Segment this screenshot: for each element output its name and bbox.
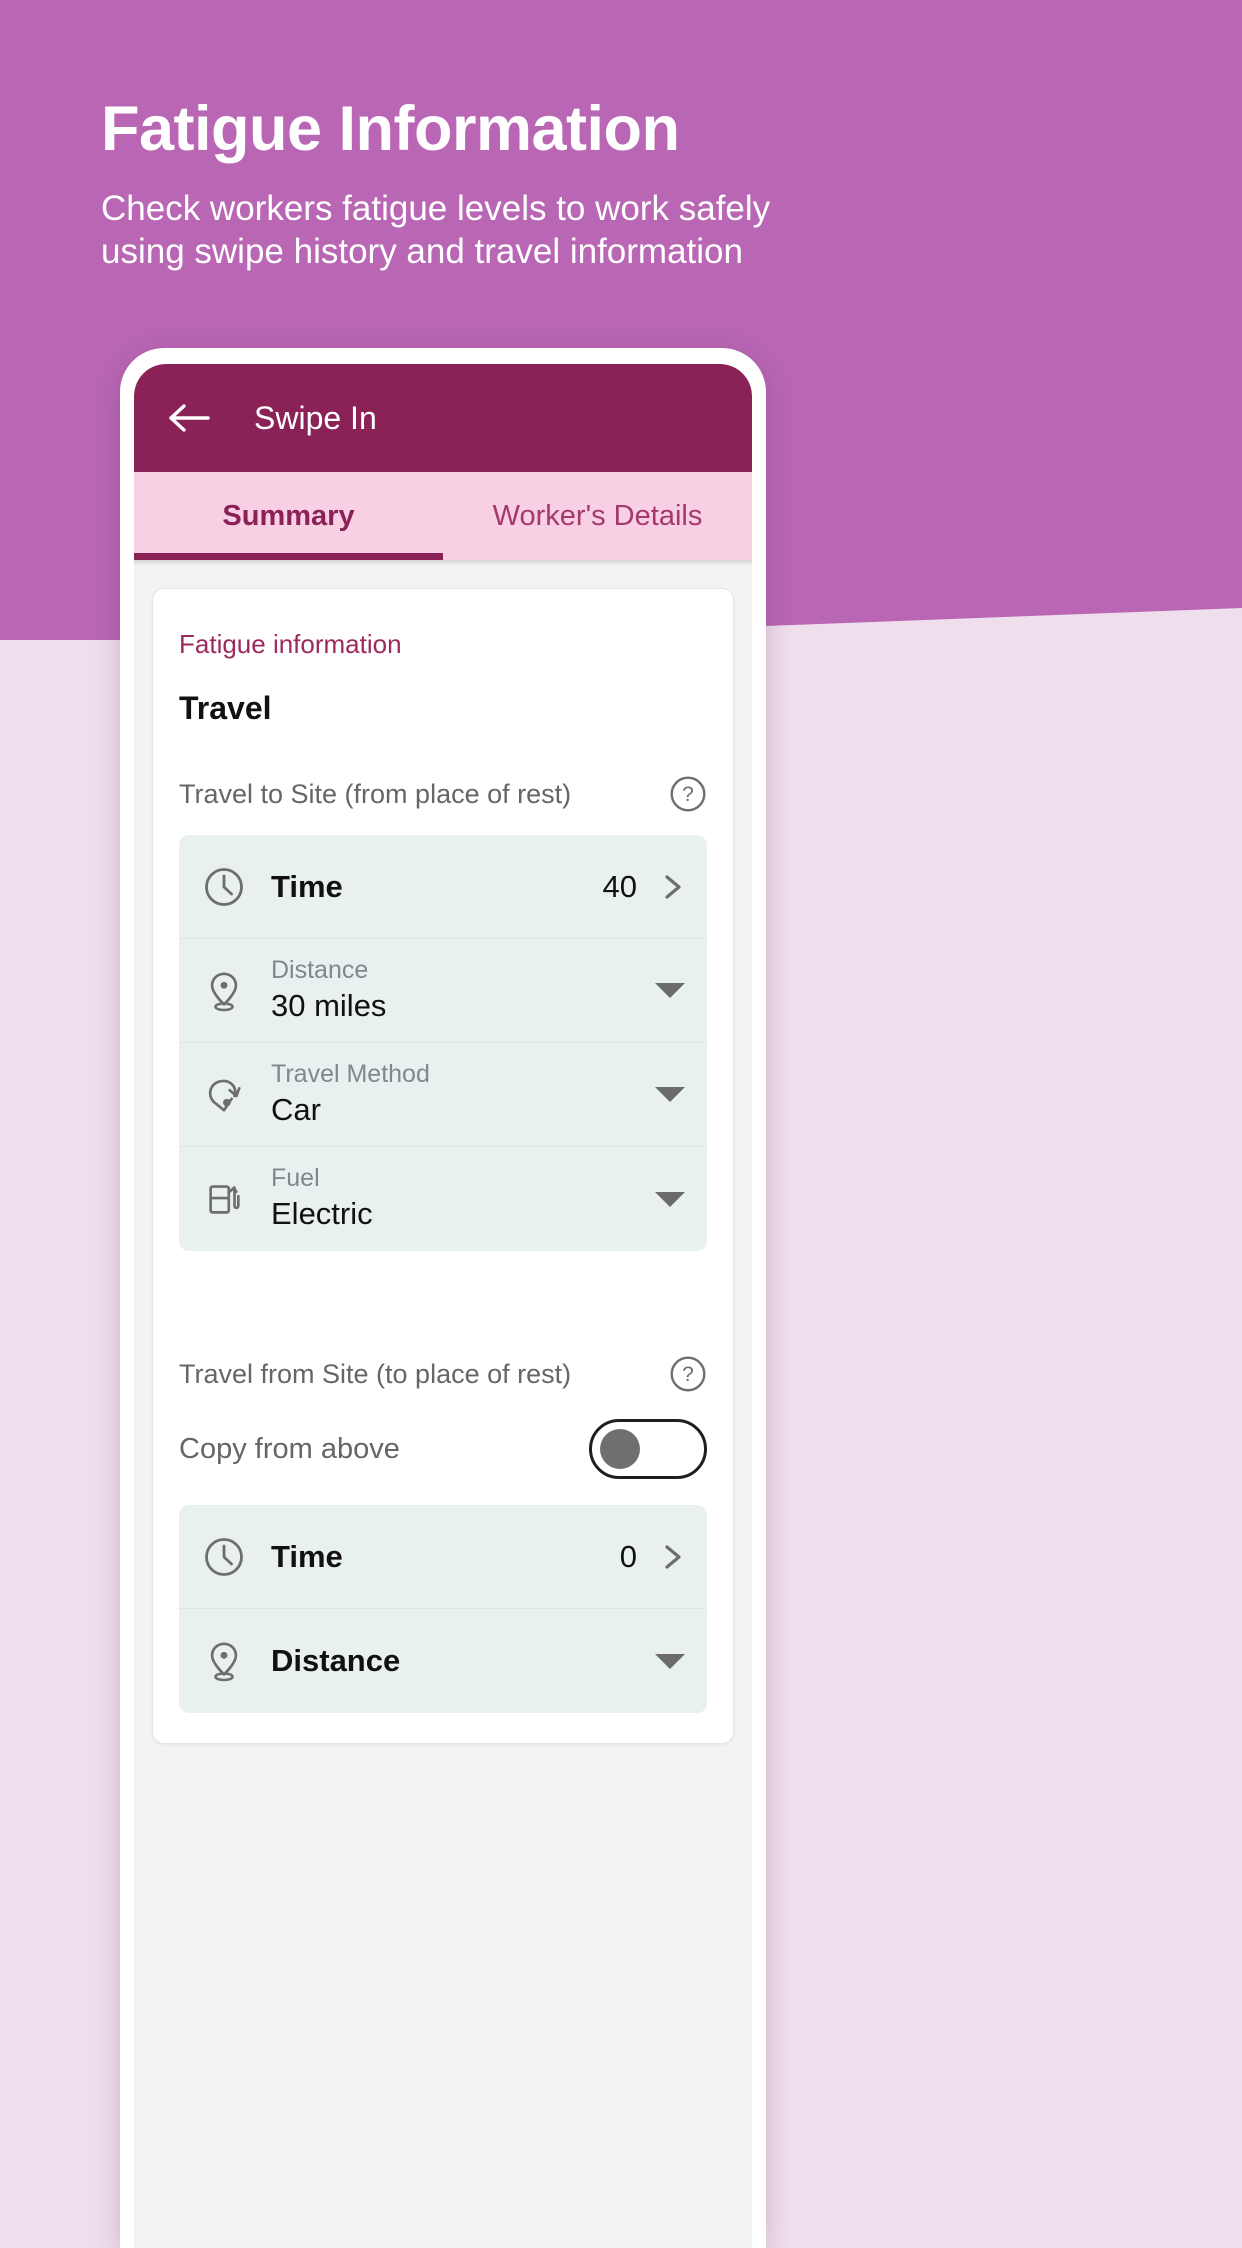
- field-time-from-site[interactable]: Time 0: [179, 1505, 707, 1609]
- hero-text-block: Fatigue Information Check workers fatigu…: [101, 96, 1001, 274]
- travel-method-icon: [201, 1072, 247, 1118]
- toggle-knob: [600, 1429, 640, 1469]
- field-value-distance: 30 miles: [271, 987, 387, 1023]
- phone-mockup-frame: Swipe In Summary Worker's Details Fatigu…: [120, 348, 766, 2248]
- field-distance-from-site[interactable]: Distance: [179, 1609, 707, 1713]
- field-distance-to-site[interactable]: Distance 30 miles: [179, 939, 707, 1043]
- caret-down-icon: [655, 1087, 685, 1102]
- app-bar-title: Swipe In: [254, 399, 377, 436]
- field-value-time: 0: [619, 1538, 637, 1574]
- svg-text:?: ?: [682, 783, 694, 806]
- caret-down-icon: [655, 983, 685, 998]
- section-label-to-site: Travel to Site (from place of rest): [179, 778, 572, 809]
- location-pin-icon: [201, 968, 247, 1014]
- card-heading: Travel: [179, 690, 272, 726]
- tab-summary[interactable]: Summary: [134, 472, 443, 560]
- location-pin-icon: [201, 1638, 247, 1684]
- tab-workers-details[interactable]: Worker's Details: [443, 472, 752, 560]
- field-time-to-site[interactable]: Time 40: [179, 835, 707, 939]
- copy-from-above-label: Copy from above: [179, 1432, 400, 1465]
- page-title: Fatigue Information: [101, 94, 680, 164]
- section-header-from-site: Travel from Site (to place of rest) ?: [179, 1355, 707, 1393]
- fieldgroup-to-site: Time 40 Distance 30 miles Travel Method …: [179, 835, 707, 1251]
- tab-active-indicator: [134, 553, 443, 560]
- field-fuel-to-site[interactable]: Fuel Electric: [179, 1147, 707, 1251]
- field-label: Fuel: [271, 1164, 320, 1193]
- field-title: Distance: [271, 1643, 401, 1678]
- phone-screen: Swipe In Summary Worker's Details Fatigu…: [134, 364, 752, 2248]
- fuel-pump-icon: [201, 1176, 247, 1222]
- svg-text:?: ?: [682, 1363, 694, 1386]
- caret-down-icon: [655, 1191, 685, 1207]
- clock-icon: [201, 864, 247, 910]
- section-header-to-site: Travel to Site (from place of rest) ?: [179, 775, 707, 813]
- chevron-right-icon: [665, 874, 681, 899]
- scroll-content[interactable]: Fatigue information Travel Travel to Sit…: [134, 566, 752, 2248]
- fatigue-card: Fatigue information Travel Travel to Sit…: [152, 588, 734, 1744]
- clock-icon: [201, 1534, 247, 1580]
- copy-from-above-toggle[interactable]: [589, 1419, 707, 1479]
- field-label: Distance: [271, 955, 369, 984]
- question-circle-icon[interactable]: ?: [669, 775, 707, 813]
- field-travel-method-to-site[interactable]: Travel Method Car: [179, 1043, 707, 1147]
- field-value-fuel: Electric: [271, 1196, 373, 1232]
- arrow-left-icon: [169, 404, 210, 432]
- back-button[interactable]: [164, 392, 216, 444]
- copy-from-above-row: Copy from above: [179, 1419, 707, 1479]
- field-title: Time: [271, 868, 343, 904]
- section-label-from-site: Travel from Site (to place of rest): [179, 1358, 572, 1389]
- page-subtitle: Check workers fatigue levels to work saf…: [101, 189, 771, 271]
- app-bar: Swipe In: [134, 364, 752, 472]
- field-value-travel-method: Car: [271, 1091, 321, 1127]
- field-label: Travel Method: [271, 1059, 430, 1088]
- tab-bar: Summary Worker's Details: [134, 472, 752, 560]
- fieldgroup-from-site: Time 0 Distance: [179, 1505, 707, 1713]
- question-circle-icon[interactable]: ?: [669, 1355, 707, 1393]
- field-value-time: 40: [602, 868, 637, 904]
- field-title: Time: [271, 1538, 343, 1574]
- card-eyebrow: Fatigue information: [179, 629, 402, 659]
- caret-down-icon: [655, 1653, 685, 1669]
- chevron-right-icon: [665, 1544, 681, 1569]
